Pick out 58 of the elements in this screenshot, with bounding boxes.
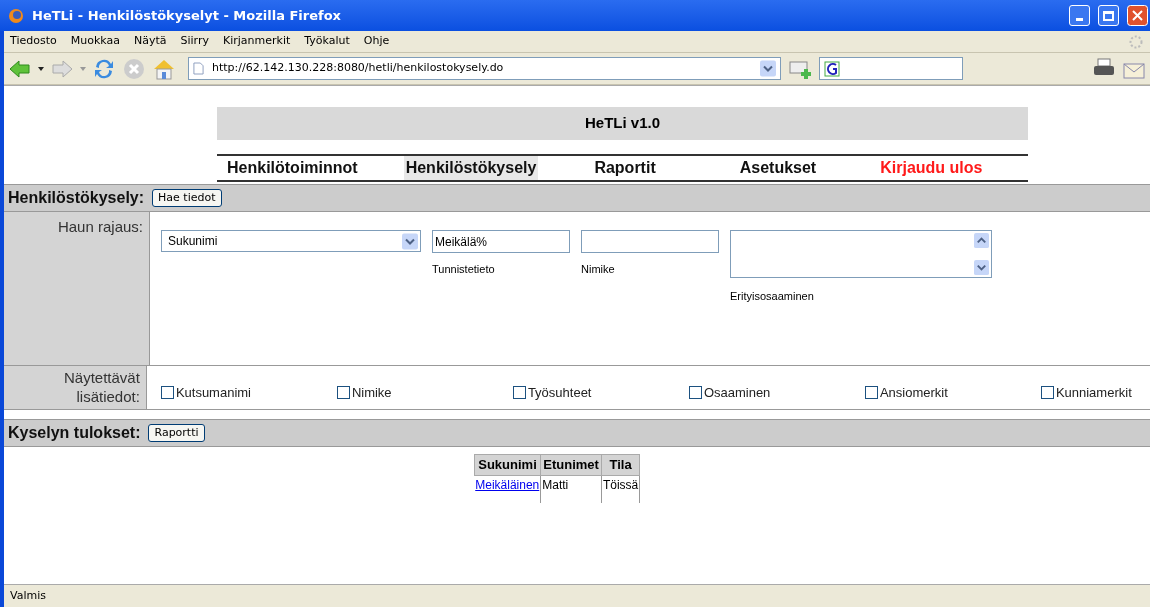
checkbox[interactable] bbox=[512, 386, 526, 399]
table-cell: Matti bbox=[540, 475, 602, 503]
browser-logo-icon bbox=[8, 7, 24, 24]
menu-item[interactable]: Ohje bbox=[363, 33, 390, 50]
report-button[interactable]: Raportti bbox=[148, 424, 205, 442]
checkbox[interactable] bbox=[336, 386, 350, 399]
column-header: Sukunimi bbox=[474, 454, 541, 475]
scroll-up-icon[interactable] bbox=[974, 233, 989, 248]
search-engine-icon[interactable] bbox=[824, 60, 840, 77]
nav-link[interactable]: Raportit bbox=[592, 156, 658, 180]
column-header: Etunimet bbox=[540, 454, 602, 475]
surname-select[interactable]: Sukunimi bbox=[161, 230, 421, 252]
checkbox-label: Ansiomerkit bbox=[879, 383, 948, 402]
field-caption: Tunnistetieto bbox=[432, 262, 496, 277]
throbber-icon bbox=[1128, 33, 1144, 50]
window-title: HeTLi - Henkilöstökyselyt - Mozilla Firefox bbox=[32, 6, 342, 25]
table-cell: Töissä bbox=[601, 475, 640, 503]
checkbox-label: Työsuhteet bbox=[527, 383, 592, 402]
nav-link[interactable]: Asetukset bbox=[737, 156, 819, 180]
column-header: Tila bbox=[601, 454, 640, 475]
field-caption: Nimike bbox=[581, 262, 616, 277]
menu-item[interactable]: Tiedosto bbox=[10, 33, 57, 50]
filter-label: Haun rajaus: bbox=[57, 218, 143, 235]
menu-item[interactable]: Muokkaa bbox=[70, 33, 120, 50]
checkbox-label: Nimike bbox=[351, 383, 392, 402]
text-area[interactable] bbox=[730, 230, 992, 278]
search-button[interactable]: Hae tiedot bbox=[152, 189, 222, 207]
minimize-button[interactable] bbox=[1069, 5, 1090, 26]
menu-item[interactable]: Kirjanmerkit bbox=[222, 33, 291, 50]
options-label: Näytettävät lisätiedot: bbox=[63, 368, 140, 406]
section-title: Kyselyn tulokset: bbox=[8, 423, 141, 443]
status-text: Valmis bbox=[10, 587, 46, 604]
maximize-button[interactable] bbox=[1098, 5, 1119, 26]
nav-link[interactable]: Henkilötoiminnot bbox=[225, 156, 360, 180]
checkbox[interactable] bbox=[160, 386, 174, 399]
caret-icon[interactable] bbox=[38, 66, 44, 71]
close-button[interactable] bbox=[1127, 5, 1148, 26]
text-field[interactable] bbox=[581, 230, 719, 253]
page-icon bbox=[193, 62, 204, 75]
menu-item[interactable]: Työkalut bbox=[304, 33, 350, 50]
checkbox[interactable] bbox=[1040, 386, 1054, 399]
checkbox-label: Osaaminen bbox=[703, 383, 771, 402]
name-link[interactable]: Meikäläinen bbox=[475, 477, 540, 492]
section-title: Henkilöstökysely: bbox=[8, 188, 145, 208]
text-field[interactable]: Meikälä% bbox=[432, 230, 570, 253]
checkbox-label: Kutsumanimi bbox=[175, 383, 251, 402]
nav-link[interactable]: Kirjaudu ulos bbox=[878, 156, 985, 180]
nav-link[interactable]: Henkilöstökysely bbox=[403, 156, 539, 180]
menu-item[interactable]: Siirry bbox=[180, 33, 209, 50]
checkbox-label: Kunniamerkit bbox=[1055, 383, 1132, 402]
checkbox[interactable] bbox=[864, 386, 878, 399]
checkbox[interactable] bbox=[688, 386, 702, 399]
search-field[interactable] bbox=[819, 57, 963, 80]
app-title: HeTLi v1.0 bbox=[585, 113, 660, 134]
field-caption: Erityisosaaminen bbox=[730, 289, 815, 304]
address-field[interactable]: http://62.142.130.228:8080/hetli/henkilostokysely.do bbox=[188, 57, 781, 80]
scroll-down-icon[interactable] bbox=[974, 260, 989, 275]
menu-item[interactable]: Näytä bbox=[133, 33, 167, 50]
